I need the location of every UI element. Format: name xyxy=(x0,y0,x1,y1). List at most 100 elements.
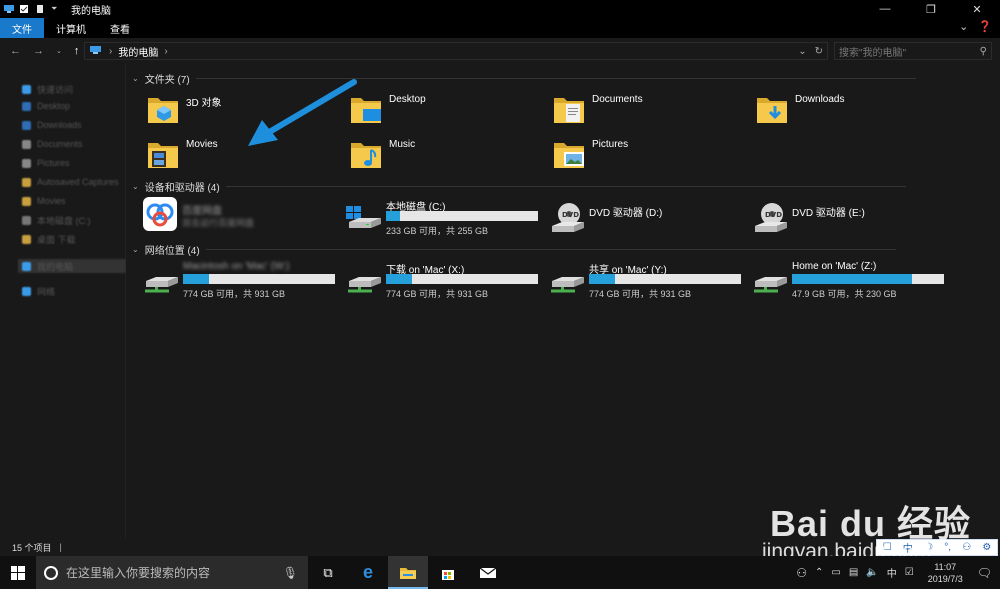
device-description: 双击运行百度网盘 xyxy=(182,218,255,228)
capacity-text: 774 GB 可用，共 931 GB xyxy=(183,289,286,299)
recent-dropdown-icon[interactable]: ⌄ xyxy=(56,47,62,55)
minimize-button[interactable]: — xyxy=(862,0,908,18)
store-button[interactable] xyxy=(428,556,468,589)
clock[interactable]: 11:07 2019/7/3 xyxy=(928,561,963,585)
ime-settings-icon[interactable]: ⚙ xyxy=(982,542,991,553)
dvd-drive-icon: DVD xyxy=(755,203,787,232)
refresh-icon[interactable]: ↻ xyxy=(815,46,823,57)
folder-name: Movies xyxy=(186,139,218,150)
ime-toolbar[interactable]: ☐ 中 ☽ °, ⚇ ⚙ xyxy=(876,539,998,556)
search-input[interactable]: 搜索"我的电脑" ⚲ xyxy=(834,42,992,60)
sidebar-item-quick-access[interactable]: 快速访问 xyxy=(22,82,73,96)
tab-file[interactable]: 文件 xyxy=(0,18,44,38)
sidebar-item-network[interactable]: 网络 xyxy=(22,284,55,298)
sidebar-item-this-pc[interactable]: 我的电脑 xyxy=(18,259,126,273)
sidebar-item-desktop[interactable]: Desktop xyxy=(22,99,70,113)
customize-qa-icon[interactable]: ⏷ xyxy=(51,4,61,14)
microphone-icon[interactable]: 🎙 xyxy=(283,566,298,580)
folder-downloads[interactable]: Downloads xyxy=(755,92,955,132)
movies-folder-icon xyxy=(148,143,178,168)
show-hidden-icons-icon[interactable]: ⌃ xyxy=(815,567,823,578)
group-title: 网络位置 (4) xyxy=(144,246,200,257)
breadcrumb-chevron-icon[interactable]: › xyxy=(109,46,112,57)
sidebar-item-documents[interactable]: Documents xyxy=(22,137,83,151)
network-tray-icon[interactable]: ▤ xyxy=(849,567,858,578)
battery-icon[interactable]: ▭ xyxy=(831,567,840,578)
sidebar-item-label: 快速访问 xyxy=(37,84,74,95)
pictures-folder-icon xyxy=(554,143,584,168)
tab-computer[interactable]: 计算机 xyxy=(44,18,98,38)
group-header-network[interactable]: ⌄ 网络位置 (4) xyxy=(132,242,896,257)
collapse-chevron-icon[interactable]: ⌄ xyxy=(132,182,139,191)
ime-language-toggle[interactable]: 中 xyxy=(903,540,913,555)
action-checkbox-icon[interactable]: ☑ xyxy=(905,567,914,578)
collapse-chevron-icon[interactable]: ⌄ xyxy=(132,245,139,254)
close-button[interactable]: ✕ xyxy=(954,0,1000,18)
breadcrumb-chevron-icon[interactable]: › xyxy=(164,46,167,57)
sidebar-item-downloads[interactable]: Downloads xyxy=(22,118,82,132)
volume-icon[interactable]: 🔈 xyxy=(866,567,878,578)
sidebar-item-desktop-downloads[interactable]: 桌面 下载 xyxy=(22,232,76,246)
edge-button[interactable]: e xyxy=(348,556,388,589)
expand-ribbon-icon[interactable]: ⌄ xyxy=(959,20,968,33)
address-field[interactable]: › 我的电脑 › ⌄ ↻ xyxy=(84,42,828,60)
network-drive-y[interactable]: 共享 on 'Mac' (Y:) 774 GB 可用，共 931 GB xyxy=(549,259,749,299)
capacity-bar xyxy=(183,274,335,284)
ime-skin-icon[interactable]: ☐ xyxy=(883,542,892,553)
device-dvd-d[interactable]: DVD DVD 驱动器 (D:) xyxy=(549,200,749,240)
group-header-devices[interactable]: ⌄ 设备和驱动器 (4) xyxy=(132,179,906,194)
maximize-button[interactable]: ❐ xyxy=(908,0,954,18)
properties-icon[interactable] xyxy=(19,4,29,14)
up-arrow-icon[interactable]: ↑ xyxy=(74,45,80,57)
folder-pictures[interactable]: Pictures xyxy=(552,137,752,177)
task-view-button[interactable]: ⧉ xyxy=(308,556,348,589)
sidebar-item-local-disk[interactable]: 本地磁盘 (C:) xyxy=(22,213,91,227)
network-drive-x[interactable]: 下载 on 'Mac' (X:) 774 GB 可用，共 931 GB xyxy=(346,259,546,299)
device-dvd-e[interactable]: DVD DVD 驱动器 (E:) xyxy=(752,200,952,240)
capacity-bar xyxy=(589,274,741,284)
ime-punctuation-icon[interactable]: °, xyxy=(944,542,951,553)
folder-documents[interactable]: Documents xyxy=(552,92,752,132)
address-dropdown-icon[interactable]: ⌄ xyxy=(798,46,806,57)
system-tray: ⚇ ⌃ ▭ ▤ 🔈 中 ☑ 11:07 2019/7/3 🗨 xyxy=(796,556,1000,589)
help-icon[interactable]: ❓ xyxy=(978,20,992,33)
store-icon xyxy=(442,569,454,580)
ime-indicator[interactable]: 中 xyxy=(887,565,897,580)
breadcrumb[interactable]: 我的电脑 xyxy=(118,44,158,59)
address-bar-row: ← → ⌄ ↑ › 我的电脑 › ⌄ ↻ 搜索"我的电脑" ⚲ xyxy=(0,38,1000,64)
file-explorer-button[interactable] xyxy=(388,556,428,589)
start-button[interactable] xyxy=(0,556,36,589)
cortana-icon xyxy=(44,565,58,580)
clock-date: 2019/7/3 xyxy=(927,573,963,584)
new-folder-icon[interactable] xyxy=(35,4,45,14)
taskbar-search-box[interactable]: 在这里输入你要搜索的内容 🎙 xyxy=(36,556,308,589)
network-icon xyxy=(22,286,31,296)
sidebar-item-label: Desktop xyxy=(37,101,71,111)
ime-moon-icon[interactable]: ☽ xyxy=(924,542,933,553)
forward-arrow-icon[interactable]: → xyxy=(33,45,44,57)
notifications-icon[interactable]: 🗨 xyxy=(977,566,992,580)
network-drive-w[interactable]: Macintosh on 'Mac' (W:) 774 GB 可用，共 931 … xyxy=(143,259,343,299)
collapse-chevron-icon[interactable]: ⌄ xyxy=(132,74,139,83)
device-local-disk-c[interactable]: 本地磁盘 (C:) 233 GB 可用，共 255 GB xyxy=(346,196,546,236)
network-drive-z[interactable]: Home on 'Mac' (Z:) 47.9 GB 可用，共 230 GB xyxy=(752,259,952,299)
pictures-icon xyxy=(22,158,31,168)
folder-icon xyxy=(22,177,31,187)
back-arrow-icon[interactable]: ← xyxy=(10,45,21,57)
device-baidu-netdisk[interactable]: 百度网盘 双击运行百度网盘 xyxy=(142,196,342,236)
people-icon[interactable]: ⚇ xyxy=(796,566,807,580)
sidebar-item-movies[interactable]: Movies xyxy=(22,194,66,208)
sidebar-item-autosaved[interactable]: Autosaved Captures xyxy=(22,175,119,189)
tab-view[interactable]: 查看 xyxy=(98,18,142,38)
folder-icon xyxy=(22,234,31,244)
folder-music[interactable]: Music xyxy=(349,137,549,177)
computer-icon xyxy=(3,4,14,14)
ime-user-icon[interactable]: ⚇ xyxy=(962,542,971,553)
capacity-fill xyxy=(386,211,400,221)
sidebar-item-pictures[interactable]: Pictures xyxy=(22,156,70,170)
mail-button[interactable] xyxy=(468,556,508,589)
capacity-text: 774 GB 可用，共 931 GB xyxy=(386,289,489,299)
annotation-arrow-icon xyxy=(248,79,357,146)
capacity-fill xyxy=(386,274,412,284)
folder-desktop[interactable]: Desktop xyxy=(349,92,549,132)
